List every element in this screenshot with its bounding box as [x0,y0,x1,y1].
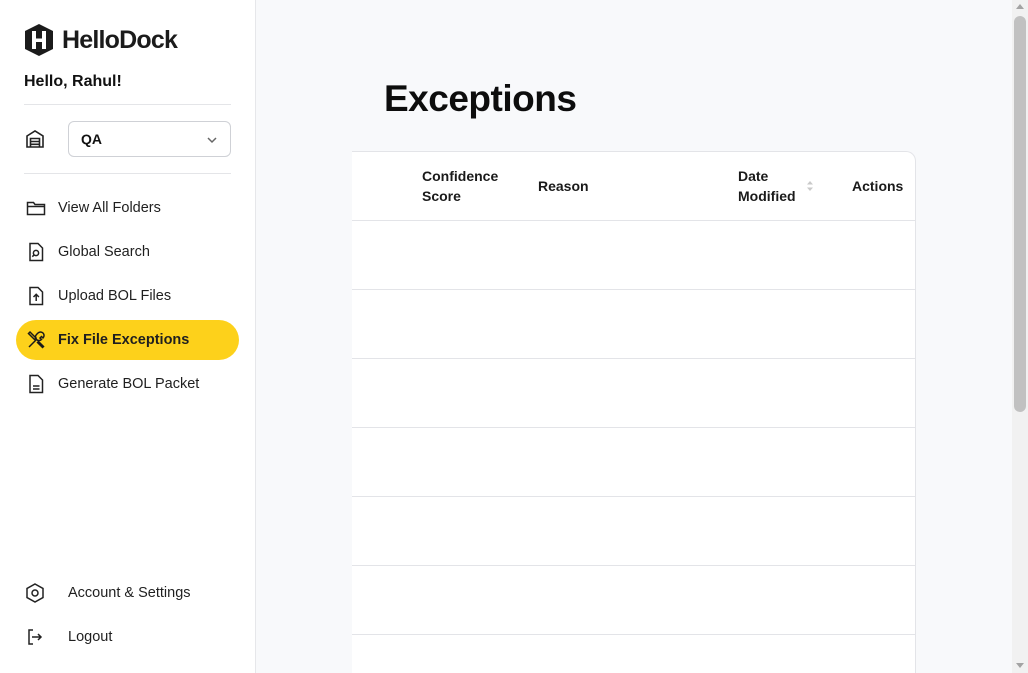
brand-logo[interactable]: HelloDock [24,24,178,56]
table-row[interactable] [352,428,915,497]
column-header-date-modified[interactable]: Date Modified [738,166,808,206]
chevron-down-icon [207,137,217,144]
main-nav: View All Folders Global Search Upload BO… [16,188,239,408]
column-header-reason: Reason [538,178,589,194]
warehouse-select[interactable]: QA [68,121,231,157]
account-settings-link[interactable]: Account & Settings [24,573,234,613]
table-row[interactable] [352,221,915,290]
tools-icon [27,330,45,349]
nav-item-upload-bol-files[interactable]: Upload BOL Files [16,276,239,316]
nav-item-label: View All Folders [58,200,161,216]
warehouse-select-value: QA [81,131,102,147]
nav-item-global-search[interactable]: Global Search [16,232,239,272]
table-row[interactable] [352,635,915,673]
table-row[interactable] [352,566,915,635]
sidebar: HelloDock Hello, Rahul! QA View All Fold… [0,0,256,673]
folder-icon [26,201,46,216]
scroll-up-arrow-icon[interactable] [1016,4,1024,9]
logout-label: Logout [68,629,113,645]
divider [24,104,231,105]
nav-item-label: Global Search [58,244,150,260]
logout-link[interactable]: Logout [24,617,234,657]
page-title: Exceptions [384,78,577,119]
account-settings-label: Account & Settings [68,585,191,601]
table-row[interactable] [352,359,915,428]
warehouse-icon [26,130,44,148]
sort-icon[interactable] [806,180,814,192]
file-search-icon [29,242,44,262]
table-row[interactable] [352,497,915,566]
nav-item-label: Fix File Exceptions [58,332,190,348]
table-row[interactable] [352,290,915,359]
gear-icon [26,583,44,603]
scrollbar-thumb[interactable] [1014,16,1026,412]
page-scrollbar[interactable] [1012,0,1028,673]
nav-item-fix-file-exceptions[interactable]: Fix File Exceptions [16,320,239,360]
nav-item-view-all-folders[interactable]: View All Folders [16,188,239,228]
nav-item-label: Upload BOL Files [58,288,172,304]
divider [24,173,231,174]
nav-item-label: Generate BOL Packet [58,376,200,392]
column-header-confidence-score: Confidence Score [422,168,499,204]
logout-icon [28,629,43,645]
nav-item-generate-bol-packet[interactable]: Generate BOL Packet [16,364,239,404]
greeting: Hello, Rahul! [24,73,122,90]
scroll-down-arrow-icon[interactable] [1016,663,1024,668]
file-text-icon [29,374,44,394]
exceptions-table: Confidence Score Reason Date Modified Ac… [352,151,916,673]
bottom-nav: Account & Settings Logout [24,573,234,661]
hellodock-logo-icon [25,24,53,56]
column-header-actions: Actions [852,178,904,194]
table-header: Confidence Score Reason Date Modified Ac… [352,152,915,221]
file-upload-icon [29,286,44,306]
brand-name: HelloDock [62,25,178,54]
